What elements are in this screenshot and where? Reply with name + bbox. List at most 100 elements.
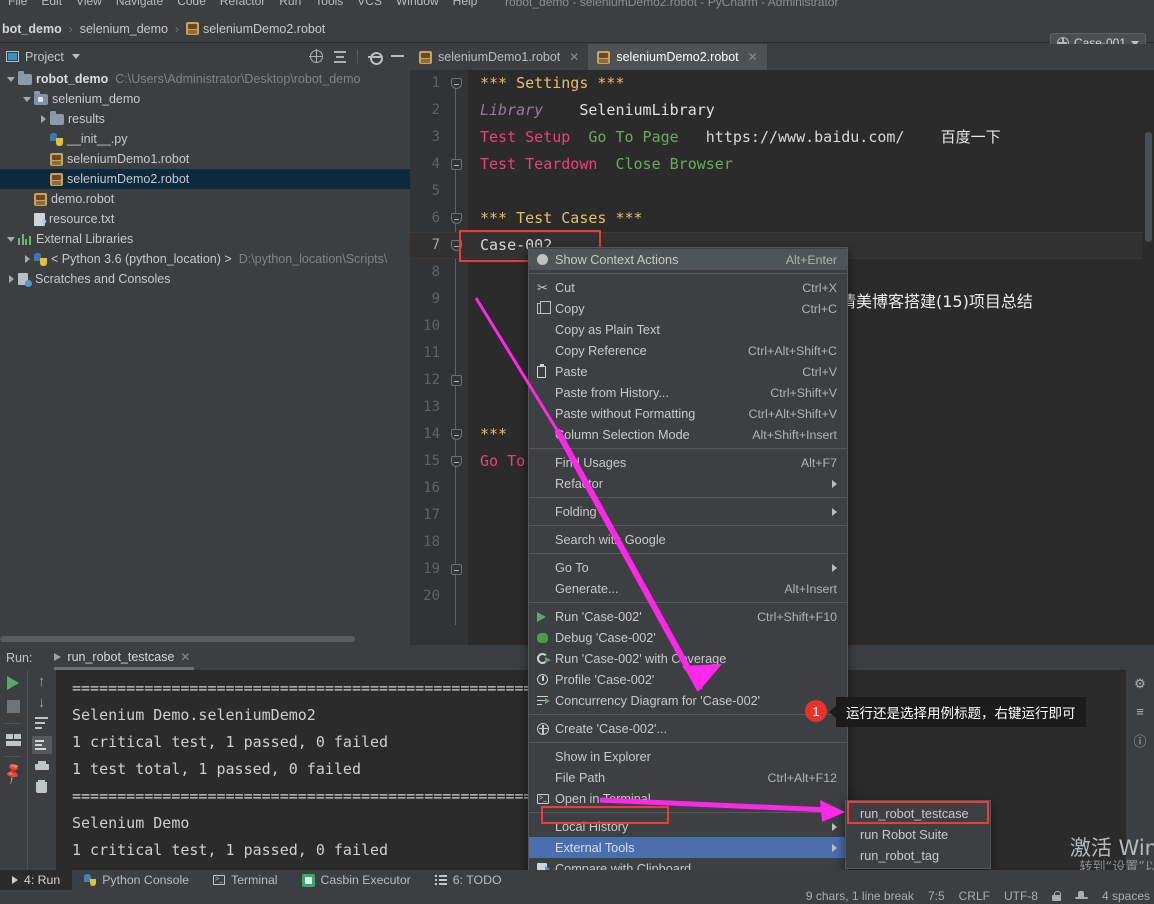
fold-toggle-icon[interactable] <box>451 78 462 89</box>
menu-item-external-tools[interactable]: External Tools <box>529 837 847 858</box>
chevron-down-icon[interactable] <box>4 229 18 249</box>
status-indent[interactable]: 4 spaces <box>1102 890 1150 903</box>
menu-item-run-case-002[interactable]: Run 'Case-002' Ctrl+Shift+F10 <box>529 606 847 627</box>
editor-tab-seleniumdemo1[interactable]: seleniumDemo1.robot ✕ <box>410 44 588 70</box>
menu-item-folding[interactable]: Folding <box>529 501 847 522</box>
menu-item-run-case-002-with-coverage[interactable]: Run 'Case-002' with Coverage <box>529 648 847 669</box>
menu-view[interactable]: View <box>76 0 102 7</box>
tree-item-selenium-demo[interactable]: selenium_demo <box>0 89 410 109</box>
tree-item-seleniumdemo2-robot[interactable]: seleniumDemo2.robot <box>0 169 410 189</box>
tree-item-demo-robot[interactable]: demo.robot <box>0 189 410 209</box>
status-encoding[interactable]: UTF-8 <box>1004 890 1038 903</box>
menu-item-create-case-002[interactable]: Create 'Case-002'... <box>529 718 847 739</box>
project-panel-title[interactable]: Project <box>25 50 64 64</box>
code-line[interactable]: 6 *** Test Cases *** <box>410 205 1154 232</box>
bottom-tab-terminal[interactable]: >_ Terminal <box>201 870 289 890</box>
tree-item-resource-txt[interactable]: resource.txt <box>0 209 410 229</box>
chevron-right-icon[interactable] <box>36 109 50 129</box>
bottom-tab-todo[interactable]: 6: TODO <box>423 870 514 890</box>
submenu-item-run-robot-testcase[interactable]: run_robot_testcase <box>846 803 990 824</box>
menu-item-search-with-google[interactable]: Search with Google <box>529 529 847 550</box>
fold-toggle-icon[interactable] <box>451 213 462 224</box>
code-line[interactable]: 1 *** Settings *** <box>410 70 1154 97</box>
close-icon[interactable]: ✕ <box>180 650 190 664</box>
soft-wrap-icon[interactable] <box>34 717 49 729</box>
menu-edit[interactable]: Edit <box>41 0 62 7</box>
menu-item-paste-from-history[interactable]: Paste from History... Ctrl+Shift+V <box>529 382 847 403</box>
menu-window[interactable]: Window <box>396 0 439 7</box>
submenu-item-run-robot-tag[interactable]: run_robot_tag <box>846 845 990 866</box>
gear-icon[interactable] <box>368 50 383 65</box>
menu-item-show-context-actions[interactable]: Show Context Actions Alt+Enter <box>529 249 847 270</box>
menu-item-paste-without-formatting[interactable]: Paste without Formatting Ctrl+Alt+Shift+V <box>529 403 847 424</box>
fold-toggle-icon[interactable] <box>451 240 462 251</box>
close-icon[interactable]: ✕ <box>748 50 758 64</box>
menu-item-copy-as-plain-text[interactable]: Copy as Plain Text <box>529 319 847 340</box>
status-line-separator[interactable]: CRLF <box>959 890 990 903</box>
tree-item-scratches-and-consoles[interactable]: Scratches and Consoles <box>0 269 410 289</box>
menu-item-file-path[interactable]: File Path Ctrl+Alt+F12 <box>529 767 847 788</box>
bottom-tab-casbin-executor[interactable]: Casbin Executor <box>290 870 423 890</box>
breadcrumb-project[interactable]: bot_demo <box>2 22 62 36</box>
menu-item-go-to[interactable]: Go To <box>529 557 847 578</box>
menu-item-paste[interactable]: Paste Ctrl+V <box>529 361 847 382</box>
chevron-right-icon[interactable] <box>4 269 18 289</box>
menu-item-copy-reference[interactable]: Copy Reference Ctrl+Alt+Shift+C <box>529 340 847 361</box>
chevron-down-icon[interactable] <box>20 89 34 109</box>
bottom-tab-run[interactable]: 4: Run <box>0 870 73 890</box>
menu-tools[interactable]: Tools <box>315 0 343 7</box>
external-tools-submenu[interactable]: run_robot_testcase run Robot Suite run_rob… <box>845 800 991 869</box>
tree-item-seleniumdemo1-robot[interactable]: seleniumDemo1.robot <box>0 149 410 169</box>
project-tree[interactable]: robot_demo C:\Users\Administrator\Desktop… <box>0 69 410 631</box>
tree-item-python-3-6-python-location[interactable]: < Python 3.6 (python_location) > D:\pytho… <box>0 249 410 269</box>
menu-item-cut[interactable]: ✂ Cut Ctrl+X <box>529 277 847 298</box>
menu-item-concurrency-diagram-for-case-002[interactable]: Concurrency Diagram for 'Case-002' <box>529 690 847 711</box>
tree-item-external-libraries[interactable]: External Libraries <box>0 229 410 249</box>
code-line[interactable]: 5 <box>410 178 1154 205</box>
editor-context-menu[interactable]: Show Context Actions Alt+Enter ✂ Cut Ctrl+X C… <box>528 247 848 904</box>
tree-item-robot-demo[interactable]: robot_demo C:\Users\Administrator\Desktop… <box>0 69 410 89</box>
menu-item-generate[interactable]: Generate... Alt+Insert <box>529 578 847 599</box>
tree-item-results[interactable]: results <box>0 109 410 129</box>
tree-item-init-py[interactable]: __init__.py <box>0 129 410 149</box>
fold-toggle-icon[interactable] <box>451 375 462 386</box>
fold-toggle-icon[interactable] <box>451 429 462 440</box>
menu-icon[interactable]: ≡ <box>1136 704 1144 719</box>
status-caret-position[interactable]: 7:5 <box>928 890 945 903</box>
menu-refactor[interactable]: Refactor <box>220 0 265 7</box>
close-icon[interactable]: ✕ <box>569 50 579 64</box>
menu-item-open-in-terminal[interactable]: >_ Open in Terminal <box>529 788 847 809</box>
breadcrumb-file[interactable]: seleniumDemo2.robot <box>185 22 325 36</box>
code-line[interactable]: 2 Library SeleniumLibrary <box>410 97 1154 124</box>
settings-icon[interactable]: ⚙ <box>1134 676 1146 692</box>
menu-vcs[interactable]: VCS <box>357 0 382 7</box>
menu-item-profile-case-002[interactable]: Profile 'Case-002' <box>529 669 847 690</box>
layout-settings-icon[interactable] <box>5 734 21 746</box>
down-arrow-icon[interactable]: ↓ <box>38 695 46 710</box>
menu-item-show-in-explorer[interactable]: Show in Explorer <box>529 746 847 767</box>
project-horizontal-scrollbar[interactable] <box>0 634 410 644</box>
print-icon[interactable] <box>34 761 49 773</box>
up-arrow-icon[interactable]: ↑ <box>38 674 46 689</box>
scroll-to-end-icon[interactable] <box>31 736 52 754</box>
chevron-down-icon[interactable] <box>4 69 18 89</box>
help-icon[interactable]: ⓘ <box>1133 731 1146 750</box>
menu-item-find-usages[interactable]: Find Usages Alt+F7 <box>529 452 847 473</box>
menu-file[interactable]: File <box>8 0 27 7</box>
fold-toggle-icon[interactable] <box>451 456 462 467</box>
editor-tab-seleniumdemo2[interactable]: seleniumDemo2.robot ✕ <box>588 44 767 70</box>
menu-run[interactable]: Run <box>279 0 301 7</box>
collapse-all-icon[interactable] <box>333 50 347 63</box>
menu-item-local-history[interactable]: Local History <box>529 816 847 837</box>
menu-item-copy[interactable]: Copy Ctrl+C <box>529 298 847 319</box>
editor-vertical-scrollbar[interactable] <box>1142 96 1154 645</box>
code-line[interactable]: 3 Test Setup Go To Page https://www.baidu… <box>410 124 1154 151</box>
menu-help[interactable]: Help <box>453 0 478 7</box>
bottom-tab-python-console[interactable]: Python Console <box>72 870 201 890</box>
chevron-right-icon[interactable] <box>20 249 34 269</box>
chevron-down-icon[interactable] <box>71 54 80 59</box>
inspection-hat-icon[interactable] <box>1074 891 1088 901</box>
hide-panel-icon[interactable] <box>391 54 404 57</box>
breadcrumb-folder[interactable]: selenium_demo <box>80 22 168 36</box>
submenu-item-run-robot-suite[interactable]: run Robot Suite <box>846 824 990 845</box>
